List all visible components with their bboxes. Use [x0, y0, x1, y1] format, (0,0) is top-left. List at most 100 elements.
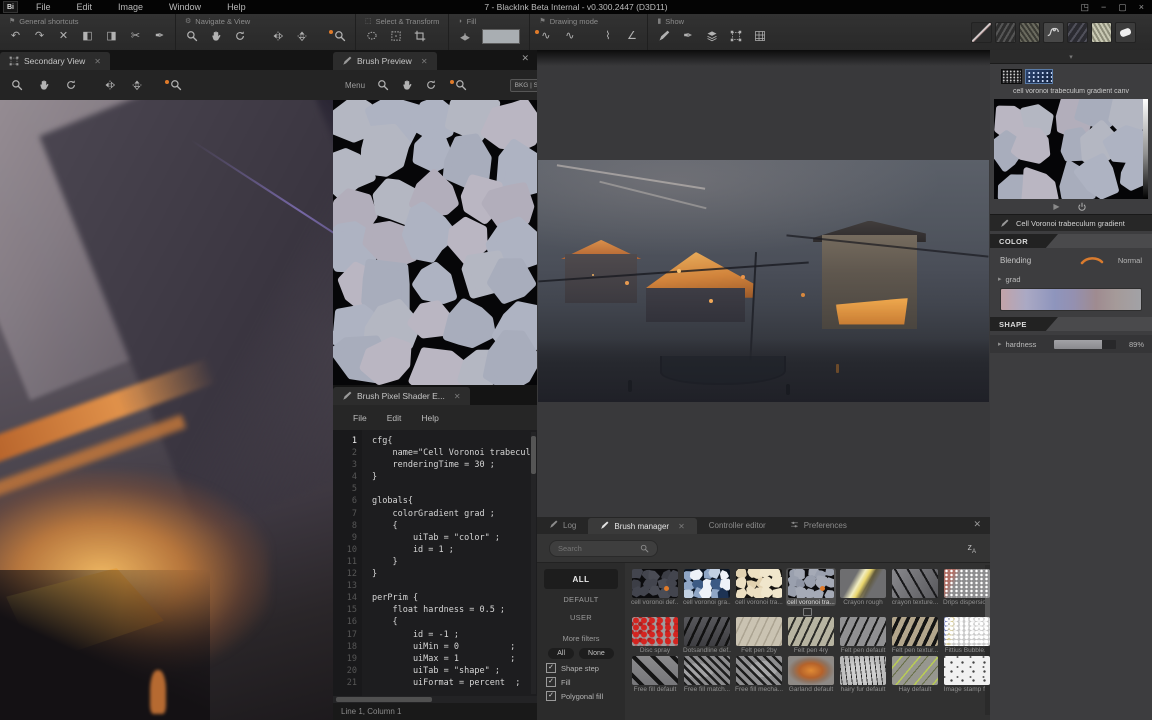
- chevron-right-icon[interactable]: ▸: [998, 340, 1002, 348]
- tab-shader-editor[interactable]: Brush Pixel Shader E... ✕: [333, 387, 470, 405]
- zoom-icon[interactable]: [185, 29, 198, 42]
- rotate-view-icon[interactable]: [424, 79, 437, 92]
- tab-log[interactable]: Log: [537, 517, 588, 534]
- tab-preferences[interactable]: Preferences: [778, 517, 859, 534]
- mirror-left-icon[interactable]: ◧: [81, 29, 94, 42]
- brush-item[interactable]: Crayon rough: [838, 568, 888, 606]
- more-filters-label[interactable]: More filters: [537, 634, 625, 643]
- code-editor[interactable]: 123456789101112131415161718192021 cfg{ n…: [333, 430, 537, 696]
- brush-thumbnail[interactable]: [632, 656, 678, 685]
- search-input[interactable]: [556, 543, 638, 554]
- row-expand-icon[interactable]: [803, 608, 812, 616]
- brush-thumbnail[interactable]: [840, 656, 886, 685]
- filter-group-all[interactable]: ALL: [544, 569, 618, 589]
- main-canvas[interactable]: [537, 50, 990, 517]
- reset-view-icon[interactable]: [333, 29, 346, 42]
- picker-icon[interactable]: [657, 29, 670, 42]
- brush-item[interactable]: Image stamp f...: [942, 655, 990, 693]
- brush-slot-liner[interactable]: [971, 22, 992, 43]
- pan-hand-icon[interactable]: [400, 79, 413, 92]
- brush-thumbnail[interactable]: [944, 569, 990, 598]
- crop-icon[interactable]: [413, 29, 426, 42]
- brush-thumbnail[interactable]: [788, 617, 834, 646]
- blending-mode-value[interactable]: Normal: [1118, 256, 1142, 265]
- filter-none-button[interactable]: None: [579, 648, 614, 659]
- angle-mode-icon[interactable]: ∠: [625, 29, 638, 42]
- close-icon[interactable]: ×: [1139, 2, 1144, 13]
- brush-preview-canvas[interactable]: [333, 100, 537, 385]
- brush-item[interactable]: Free fill default: [630, 655, 680, 693]
- panel-collapse-handle[interactable]: ▾: [990, 50, 1152, 64]
- panel-close-icon[interactable]: ✕: [521, 50, 537, 70]
- reset-view-icon[interactable]: [169, 79, 182, 92]
- brush-variant-thumb-2[interactable]: [1025, 69, 1053, 84]
- code-text[interactable]: cfg{ name="Cell Voronoi trabecul renderi…: [362, 430, 537, 696]
- brush-thumbnail[interactable]: [840, 569, 886, 598]
- brush-item[interactable]: Felt pen default: [838, 616, 888, 654]
- rotate-view-icon[interactable]: [64, 79, 77, 92]
- flip-vertical-icon[interactable]: [130, 79, 143, 92]
- cut-icon[interactable]: ✂: [129, 29, 142, 42]
- flip-horizontal-icon[interactable]: [103, 79, 116, 92]
- brush-item[interactable]: Felt pen 2by: [734, 616, 784, 654]
- filter-fill[interactable]: ✓ Fill: [537, 673, 625, 687]
- filter-group-default[interactable]: DEFAULT: [537, 592, 625, 607]
- brush-item[interactable]: Free fill mecha...: [734, 655, 784, 693]
- zoom-icon[interactable]: [10, 79, 23, 92]
- menu-image[interactable]: Image: [105, 2, 156, 12]
- menu-button[interactable]: Menu: [345, 81, 365, 90]
- brush-thumbnail[interactable]: [736, 617, 782, 646]
- zoom-icon[interactable]: [376, 79, 389, 92]
- tab-controller-editor[interactable]: Controller editor: [697, 517, 778, 534]
- minimize-icon[interactable]: −: [1101, 2, 1106, 13]
- brush-item[interactable]: Felt pen 4ry: [786, 616, 836, 654]
- tab-brush-manager[interactable]: Brush manager ✕: [588, 518, 696, 534]
- brush-thumbnail[interactable]: [736, 656, 782, 685]
- filter-shape-step[interactable]: ✓ Shape step: [537, 659, 625, 673]
- brush-thumbnail[interactable]: [736, 569, 782, 598]
- play-icon[interactable]: ▶: [1053, 202, 1059, 211]
- tab-brush-preview[interactable]: Brush Preview ✕: [333, 52, 437, 70]
- checkbox-icon[interactable]: ✓: [546, 677, 556, 687]
- polyline-mode-icon[interactable]: ⌇: [601, 29, 614, 42]
- brush-item[interactable]: Fittius Bubble...: [942, 616, 990, 654]
- brush-thumbnail[interactable]: [684, 569, 730, 598]
- brush-thumbnail[interactable]: [788, 656, 834, 685]
- filter-polygonal-fill[interactable]: ✓ Polygonal fill: [537, 687, 625, 701]
- fill-color-swatch[interactable]: [482, 29, 520, 44]
- layers-icon[interactable]: [705, 29, 718, 42]
- nib-icon[interactable]: ✒: [681, 29, 694, 42]
- search-box[interactable]: [549, 540, 658, 557]
- pen-dot-icon[interactable]: ✒: [153, 29, 166, 42]
- brush-thumbnail[interactable]: [944, 656, 990, 685]
- brush-thumbnail[interactable]: [840, 617, 886, 646]
- flip-horizontal-icon[interactable]: [271, 29, 284, 42]
- flip-vertical-icon[interactable]: [295, 29, 308, 42]
- power-icon[interactable]: [1076, 200, 1089, 213]
- popout-icon[interactable]: ◳: [1080, 2, 1089, 13]
- marquee-icon[interactable]: [389, 29, 402, 42]
- brush-item[interactable]: Dotsandline def...: [682, 616, 732, 654]
- tab-close-icon[interactable]: ✕: [678, 522, 685, 531]
- brush-item[interactable]: Disc spray: [630, 616, 680, 654]
- gradient-editor-bar[interactable]: [1000, 288, 1142, 311]
- undo-icon[interactable]: ↶: [9, 29, 22, 42]
- checkbox-icon[interactable]: ✓: [546, 691, 556, 701]
- curve-mode-icon[interactable]: ∿: [563, 29, 576, 42]
- code-hscrollbar-thumb[interactable]: [336, 697, 432, 702]
- brush-item[interactable]: Drips dispersio...: [942, 568, 990, 606]
- lasso-icon[interactable]: [365, 29, 378, 42]
- tab-close-icon[interactable]: ✕: [454, 392, 461, 401]
- menu-window[interactable]: Window: [156, 2, 214, 12]
- reset-view-icon[interactable]: [454, 79, 467, 92]
- pan-hand-icon[interactable]: [37, 79, 50, 92]
- hardness-slider[interactable]: [1054, 340, 1116, 349]
- artwork-village-scene[interactable]: [538, 160, 989, 402]
- brush-item[interactable]: Free fill match...: [682, 655, 732, 693]
- menu-help[interactable]: Help: [214, 2, 259, 12]
- brush-thumbnail[interactable]: [684, 656, 730, 685]
- color-section-header[interactable]: COLOR: [990, 234, 1152, 248]
- transform-frame-icon[interactable]: [729, 29, 742, 42]
- tab-close-icon[interactable]: ✕: [421, 57, 428, 66]
- shader-menu-help[interactable]: Help: [411, 413, 448, 423]
